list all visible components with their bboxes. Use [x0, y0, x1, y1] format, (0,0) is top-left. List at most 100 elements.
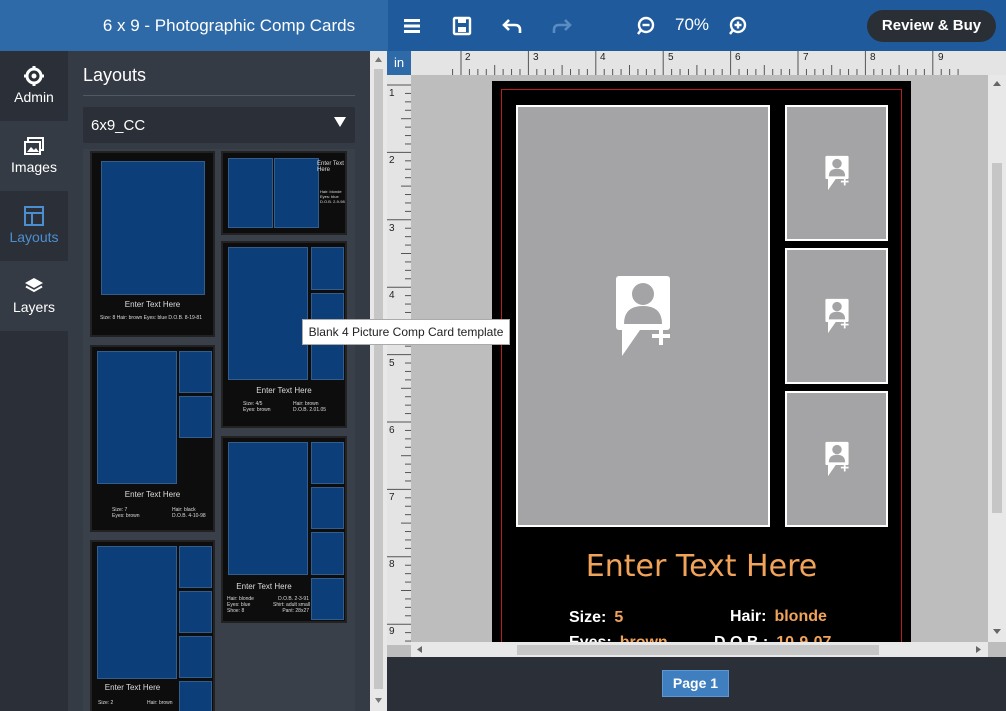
photo-placeholder — [101, 161, 205, 295]
comp-card[interactable]: Enter Text Here Size: 5 Hair: blonde Eyes:… — [492, 81, 911, 642]
panel-title: Layouts — [83, 65, 147, 85]
canvas-vertical-scrollbar[interactable] — [988, 75, 1006, 642]
thumb-stats-right: Hair: brown D.O.B. 2.01.05 — [293, 401, 327, 413]
thumb-stats-right: Hair: black D.O.B. 4-10-98 — [172, 507, 206, 519]
caret-down-icon — [334, 117, 346, 127]
redo-icon[interactable] — [550, 14, 574, 38]
ruler-top-number: 6 — [735, 52, 741, 63]
stat-value: blonde — [774, 608, 827, 625]
photo-placeholder — [97, 351, 177, 484]
layout-dropdown[interactable]: 6x9_CC — [83, 107, 355, 143]
scroll-left-icon[interactable] — [415, 645, 424, 654]
ruler-top-number: 3 — [533, 52, 539, 63]
zoom-in-icon[interactable] — [726, 14, 750, 38]
thumb-heading: Enter Text Here — [104, 683, 161, 692]
stat-hair[interactable]: Hair: blonde — [730, 608, 827, 626]
add-photo-icon — [824, 155, 849, 191]
photo-placeholder — [179, 351, 212, 393]
stat-size[interactable]: Size: 5 — [569, 609, 623, 627]
thumb-stats-left: Size: 2 — [98, 700, 114, 706]
photo-placeholder — [179, 546, 212, 588]
stat-key: Eyes: — [569, 634, 612, 642]
page-1-button[interactable]: Page 1 — [662, 670, 729, 697]
layout-thumb[interactable]: Enter Text Here Hair: blonde Eyes: blue … — [221, 151, 347, 235]
thumb-stats-left: Hair: blonde Eyes: blue Shoe: 8 — [227, 596, 254, 614]
stat-value: 5 — [614, 609, 624, 626]
scroll-up-icon[interactable] — [992, 79, 1002, 89]
undo-icon[interactable] — [500, 14, 524, 38]
photo-placeholder — [179, 591, 212, 633]
nav-item-layers[interactable]: Layers — [0, 261, 68, 331]
stat-key: Size: — [569, 609, 607, 626]
stat-key: Hair: — [730, 608, 767, 625]
nav-label-admin: Admin — [14, 89, 54, 105]
scroll-up-icon[interactable] — [374, 55, 383, 64]
thumb-stats-right: D.O.B. 2-3-91 Shirt: adult small Pant: 2… — [273, 596, 310, 614]
panel-scroll-thumb[interactable] — [374, 69, 383, 689]
review-buy-button[interactable]: Review & Buy — [867, 10, 996, 42]
photo-placeholder — [179, 396, 212, 438]
top-bar: 6 x 9 - Photographic Comp Cards 70% Revi… — [0, 0, 1006, 51]
add-photo-icon — [824, 441, 849, 477]
canvas-viewport: Enter Text Here Size: 5 Hair: blonde Eyes:… — [411, 75, 988, 642]
toolbar: 70% Review & Buy — [388, 0, 1006, 51]
save-icon[interactable] — [450, 14, 474, 38]
photo-placeholder — [311, 339, 344, 380]
zoom-level: 70% — [675, 15, 710, 34]
ruler-left-number: 3 — [389, 223, 395, 234]
scroll-right-icon[interactable] — [974, 645, 983, 654]
photo-slot-main[interactable] — [516, 105, 770, 527]
canvas-hscroll-thumb[interactable] — [517, 645, 879, 655]
layout-thumb[interactable]: Enter Text Here Size: 7 Eyes: brown Hair… — [90, 345, 215, 532]
ruler-left-number: 7 — [389, 492, 395, 503]
ruler-top-number: 2 — [465, 52, 471, 63]
photo-placeholder — [311, 487, 344, 529]
photo-slot-2[interactable] — [785, 105, 888, 241]
thumb-stats-left: Size: 7 Eyes: brown — [112, 507, 140, 519]
layers-icon — [25, 278, 43, 293]
nav-item-images[interactable]: Images — [0, 121, 68, 191]
canvas-vscroll-thumb[interactable] — [992, 163, 1002, 513]
nav-item-layouts[interactable]: Layouts — [0, 191, 68, 261]
photo-placeholder — [228, 442, 308, 575]
photo-placeholder — [311, 442, 344, 484]
gear-icon — [24, 66, 44, 86]
nav-item-admin[interactable]: Admin — [0, 51, 68, 121]
ruler-top-number: 5 — [668, 52, 674, 63]
template-tooltip: Blank 4 Picture Comp Card template — [302, 319, 510, 345]
ruler-left-number: 1 — [389, 88, 395, 99]
left-nav: Admin Images Layouts Layers — [0, 51, 68, 711]
scroll-down-icon[interactable] — [374, 696, 383, 705]
ruler-top-number: 8 — [870, 52, 876, 63]
photo-placeholder — [274, 158, 319, 228]
stat-dob[interactable]: D.O.B.: 10-9-07 — [714, 634, 831, 642]
photo-placeholder — [311, 532, 344, 575]
stat-eyes[interactable]: Eyes: brown — [569, 634, 668, 642]
thumb-stats: Size: 8 Hair: brown Eyes: blue D.O.B. 8-… — [100, 315, 202, 321]
nav-label-layouts: Layouts — [9, 229, 59, 245]
panel-scrollbar[interactable] — [370, 51, 387, 711]
ruler-top: 2 3 4 5 6 7 8 9 — [411, 51, 1006, 75]
ruler-top-number: 9 — [938, 52, 944, 63]
ruler-left: 1 2 3 4 5 6 7 8 9 — [387, 75, 411, 645]
card-heading-text[interactable]: Enter Text Here — [492, 549, 911, 584]
thumb-heading: Enter Text Here — [124, 490, 181, 499]
menu-icon[interactable] — [400, 14, 424, 38]
ruler-top-number: 7 — [803, 52, 809, 63]
layout-thumb[interactable]: Enter Text Here Size: 8 Hair: brown Eyes… — [90, 151, 215, 337]
layout-dropdown-value: 6x9_CC — [91, 117, 146, 134]
layout-thumb[interactable]: Enter Text Here Hair: blonde Eyes: blue … — [221, 436, 347, 623]
layout-thumb[interactable]: Enter Text Here Size: 2 Hair: brown — [90, 540, 215, 711]
app-title: 6 x 9 - Photographic Comp Cards — [102, 16, 356, 35]
scroll-down-icon[interactable] — [992, 627, 1002, 637]
photo-placeholder — [228, 247, 308, 380]
thumb-heading: Enter Text Here — [317, 161, 344, 173]
zoom-out-icon[interactable] — [634, 14, 658, 38]
photo-placeholder — [311, 247, 344, 290]
photo-slot-3[interactable] — [785, 248, 888, 384]
photo-slot-4[interactable] — [785, 391, 888, 527]
layouts-panel: Layouts 6x9_CC Enter Text Here Size: 8 H… — [68, 51, 370, 711]
thumb-heading: Enter Text Here — [236, 582, 292, 591]
ruler-left-number: 9 — [389, 626, 395, 637]
canvas-horizontal-scrollbar[interactable] — [411, 642, 988, 657]
